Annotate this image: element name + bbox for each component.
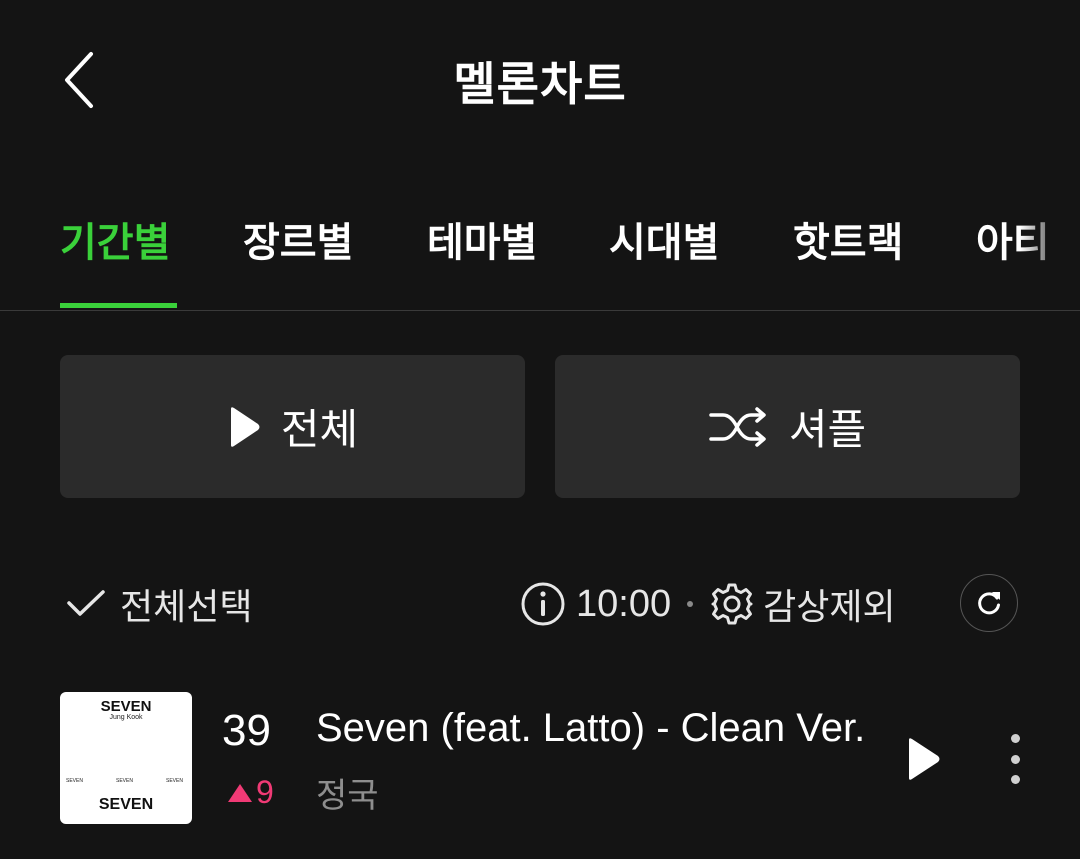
album-art-small-text: SEVEN: [166, 778, 183, 784]
select-all-button[interactable]: 전체선택: [66, 578, 252, 630]
shuffle-label: 셔플: [788, 405, 867, 454]
page-title: 멜론차트: [453, 57, 627, 111]
album-art-title-top: SEVEN: [100, 698, 152, 715]
play-all-button[interactable]: 전체: [60, 355, 525, 498]
separator-dot: [687, 601, 694, 607]
album-art-small-text: SEVEN: [116, 778, 133, 784]
rank-number: 39: [222, 706, 271, 755]
refresh-button[interactable]: [960, 574, 1018, 632]
more-dot: [1010, 754, 1020, 764]
timer-group: 10:00 감상제외: [520, 578, 896, 630]
album-art[interactable]: SEVEN Jung Kook SEVEN SEVEN SEVEN SEVEN: [60, 692, 192, 824]
header: 멜론차트: [0, 0, 1080, 160]
row-play-button[interactable]: [898, 734, 948, 784]
rank-change: 9: [228, 774, 274, 811]
gear-icon: [711, 583, 753, 625]
tab-period[interactable]: 기간별: [60, 210, 170, 268]
more-options-button[interactable]: [998, 734, 1032, 784]
exclude-button[interactable]: 감상제외: [709, 578, 896, 630]
tab-theme[interactable]: 테마별: [427, 210, 537, 268]
play-icon: [909, 738, 940, 780]
song-title[interactable]: Seven (feat. Latto) - Clean Ver.: [316, 706, 876, 751]
select-all-label: 전체선택: [120, 587, 253, 628]
tab-era[interactable]: 시대별: [609, 210, 719, 268]
album-art-title-bottom: SEVEN: [98, 796, 154, 813]
tab-genre[interactable]: 장르별: [243, 210, 353, 268]
shuffle-icon: [709, 406, 766, 447]
play-all-label: 전체: [280, 405, 359, 454]
list-toolbar: 전체선택 10:00 감상제외: [0, 570, 1080, 640]
rank-up-icon: [228, 783, 252, 802]
tab-hottrack[interactable]: 핫트랙: [793, 210, 903, 268]
exclude-label: 감상제외: [763, 587, 896, 628]
more-dot: [1010, 734, 1020, 743]
song-artist[interactable]: 정국: [316, 768, 379, 817]
check-icon: [67, 590, 105, 616]
shuffle-button[interactable]: 셔플: [555, 355, 1020, 498]
category-tabs: 기간별 장르별 테마별 시대별 핫트랙 아티: [0, 180, 1080, 311]
song-row[interactable]: SEVEN Jung Kook SEVEN SEVEN SEVEN SEVEN …: [0, 690, 1080, 830]
refresh-icon: [978, 592, 1000, 615]
play-icon: [230, 406, 260, 447]
rank-change-value: 9: [256, 774, 274, 810]
info-icon[interactable]: [520, 581, 566, 627]
album-art-small-text: SEVEN: [66, 778, 83, 784]
active-tab-indicator: [60, 303, 177, 308]
more-dot: [1010, 775, 1020, 784]
album-art-artist-top: Jung Kook: [109, 714, 143, 721]
timer-value: 10:00: [576, 582, 672, 625]
tab-scroll-fade: [1020, 180, 1080, 308]
